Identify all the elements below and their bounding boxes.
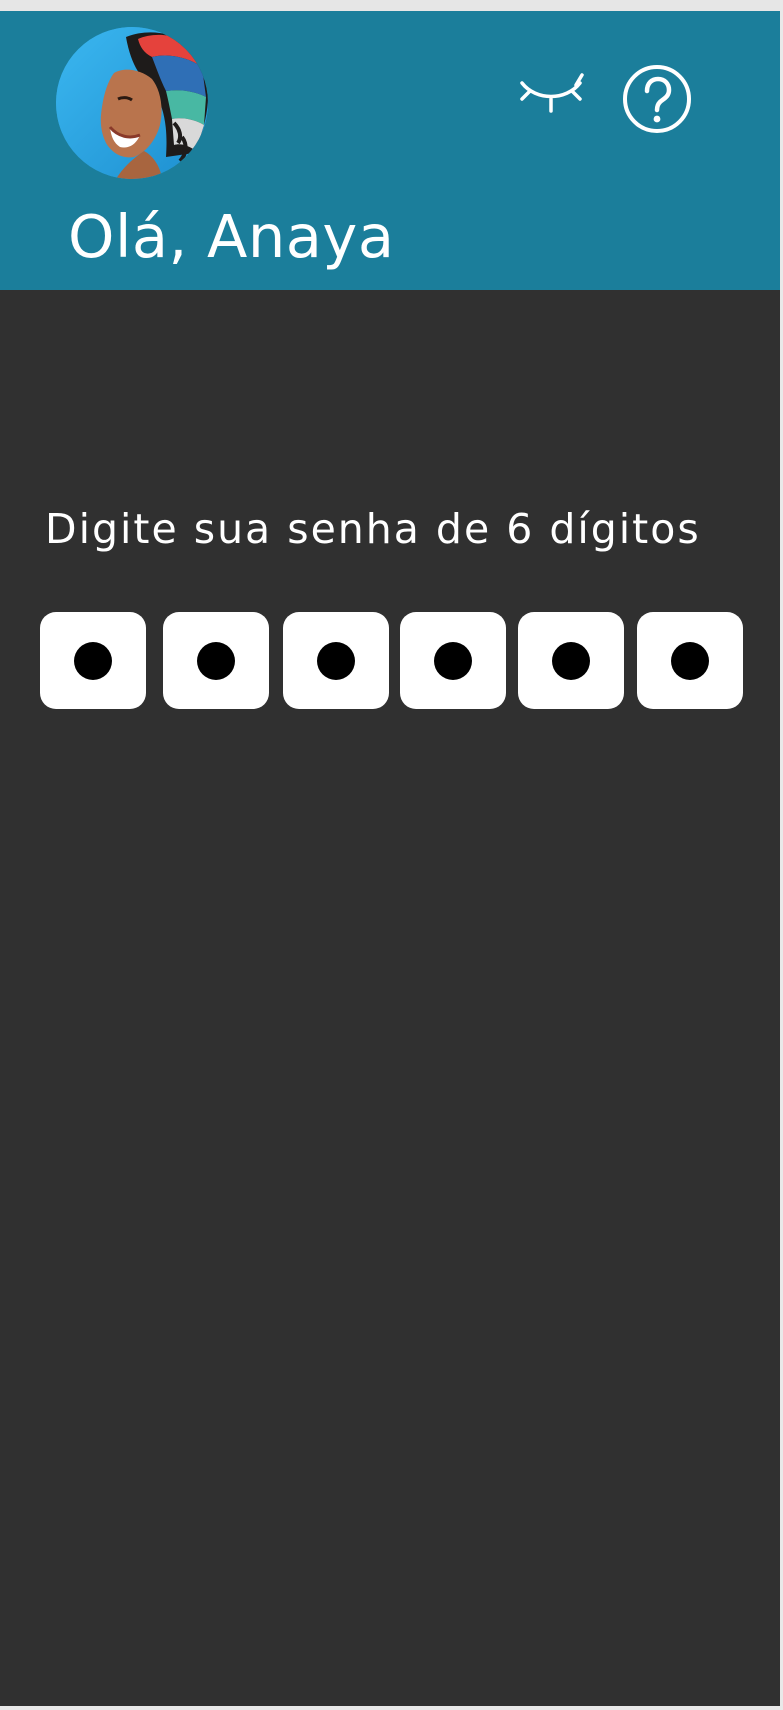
greeting-text: Olá, Anaya: [68, 202, 395, 271]
avatar[interactable]: [56, 27, 208, 179]
pin-dot: [317, 641, 355, 680]
pin-dot: [671, 641, 709, 680]
pin-box-3[interactable]: [283, 612, 389, 709]
pin-box-1[interactable]: [40, 612, 146, 709]
pin-input[interactable]: [40, 612, 744, 709]
app-screen: Olá, Anaya Digite sua senha de 6 dígitos: [0, 11, 783, 1710]
header: Olá, Anaya: [0, 11, 783, 290]
pin-prompt: Digite sua senha de 6 dígitos: [45, 505, 701, 553]
pin-box-4[interactable]: [400, 612, 506, 709]
pin-dot: [552, 641, 590, 680]
pin-box-6[interactable]: [637, 612, 743, 709]
pin-dot: [74, 641, 112, 680]
pin-dot: [434, 641, 472, 680]
question-circle-icon[interactable]: [621, 63, 693, 135]
pin-dot: [197, 641, 235, 680]
closed-eye-icon[interactable]: [516, 69, 586, 121]
pin-box-2[interactable]: [163, 612, 269, 709]
pin-box-5[interactable]: [518, 612, 624, 709]
screen-edge: [0, 1706, 783, 1710]
